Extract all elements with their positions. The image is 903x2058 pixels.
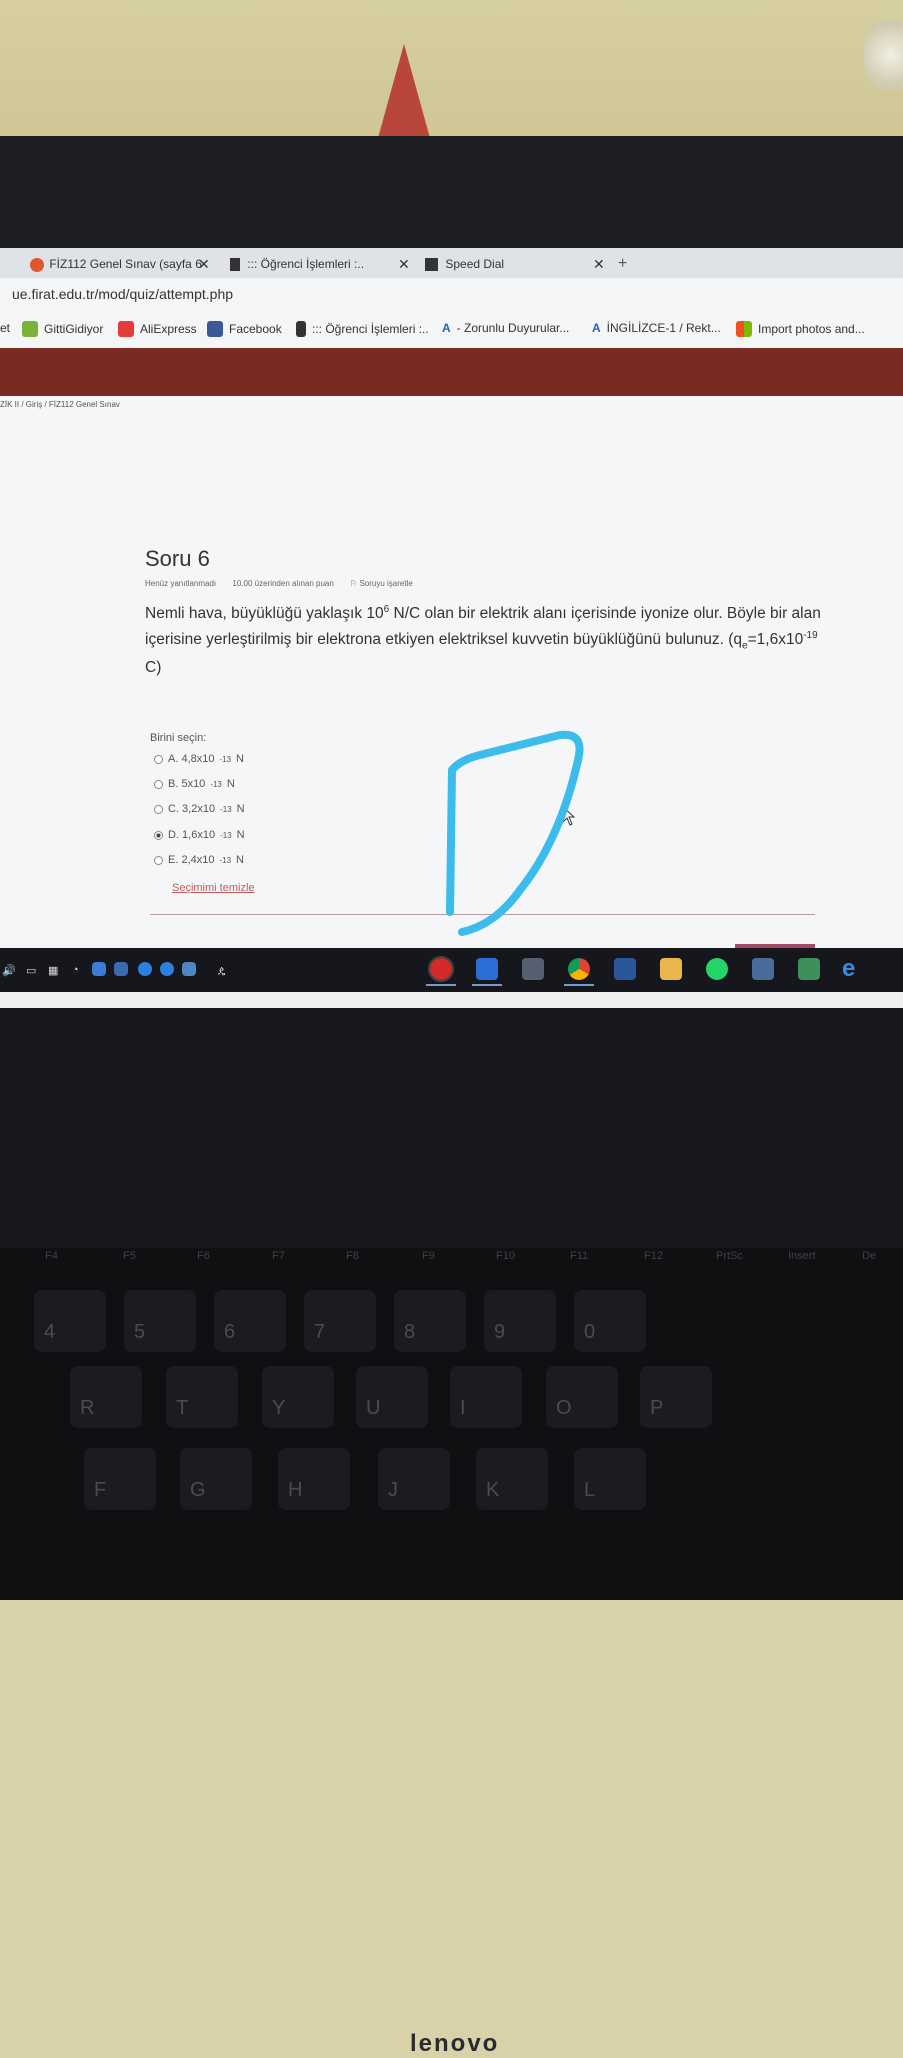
function-key: De — [862, 1250, 877, 1262]
keyboard-key: 8 — [394, 1290, 466, 1352]
keyboard-key: 4 — [34, 1290, 106, 1352]
keyboard-key: F — [84, 1448, 156, 1510]
keyboard-key: 9 — [484, 1290, 556, 1352]
keyboard-key: J — [378, 1448, 450, 1510]
keyboard-key: Y — [262, 1366, 334, 1428]
keyboard-key: H — [278, 1448, 350, 1510]
keyboard-key: U — [356, 1366, 428, 1428]
keyboard-key: 7 — [304, 1290, 376, 1352]
function-key: F10 — [496, 1250, 515, 1262]
function-key: F5 — [123, 1250, 136, 1262]
keyboard-key: G — [180, 1448, 252, 1510]
keyboard-key: 6 — [214, 1290, 286, 1352]
function-key: F8 — [346, 1250, 359, 1262]
keyboard-key: K — [476, 1448, 548, 1510]
function-key: PrtSc — [716, 1250, 743, 1262]
keyboard-key: O — [546, 1366, 618, 1428]
function-key: F9 — [422, 1250, 435, 1262]
annotation-letter-d — [446, 730, 584, 936]
function-key: F12 — [644, 1250, 663, 1262]
function-key: F4 — [45, 1250, 58, 1262]
keyboard-key: R — [70, 1366, 142, 1428]
function-key: F6 — [197, 1250, 210, 1262]
keyboard-key: L — [574, 1448, 646, 1510]
lenovo-logo: lenovo — [410, 2030, 500, 2057]
keyboard-key: I — [450, 1366, 522, 1428]
function-key: F11 — [570, 1250, 589, 1262]
function-key: Insert — [788, 1250, 816, 1262]
function-key: F7 — [272, 1250, 285, 1262]
keyboard-key: P — [640, 1366, 712, 1428]
keyboard-key: 5 — [124, 1290, 196, 1352]
keyboard-key: T — [166, 1366, 238, 1428]
keyboard-key: 0 — [574, 1290, 646, 1352]
laptop-lower-bezel: lenovo — [0, 1008, 903, 2057]
